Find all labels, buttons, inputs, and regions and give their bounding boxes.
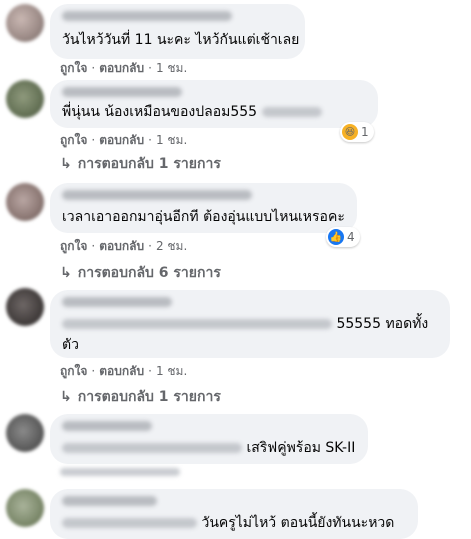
comment-bubble: เวลาเอาออกมาอุ่นอีกที ต้องอุ่นแบบไหนเหรอ… [50,183,357,233]
comment-actions: ถูกใจ · ตอบกลับ · 1 ชม. [60,61,188,75]
avatar[interactable] [6,288,44,326]
comment-time[interactable]: 1 ชม. [156,61,187,75]
haha-icon: 😆 [342,124,358,140]
reply-arrow-icon: ↳ [60,156,72,172]
commenter-name-blurred[interactable] [62,11,232,21]
comment-text: วันครูไม่ไหว้ ตอนนี้ยังทันนะหวด [62,514,394,533]
blurred-text [62,443,242,453]
like-link[interactable]: ถูกใจ [60,239,87,253]
like-link[interactable]: ถูกใจ [60,133,87,147]
like-icon: 👍 [328,229,344,245]
avatar[interactable] [6,183,44,221]
commenter-name-blurred[interactable] [62,496,157,506]
comment-bubble: 55555 ทอดทั้ง ตัว [50,290,450,358]
reaction-summary[interactable]: 😆 1 [340,122,374,142]
comment-text-visible: พี่นุ่นน น้องเหมือนของปลอม555 [62,104,258,120]
comment-bubble: พี่นุ่นน น้องเหมือนของปลอม555 [50,80,378,128]
comment-text-line1: 55555 ทอดทั้ง [336,316,429,332]
comment-text-line2: ตัว [62,337,79,353]
comment-text: 55555 ทอดทั้ง [62,315,428,334]
comment-text-visible: เสริฟคู่พร้อม SK-II [246,440,356,456]
blurred-text [62,518,197,528]
like-link[interactable]: ถูกใจ [60,61,87,75]
reaction-count: 4 [347,230,355,244]
replies-label: การตอบกลับ 6 รายการ [77,265,221,281]
reaction-summary[interactable]: 👍 4 [326,227,360,247]
avatar[interactable] [6,414,44,452]
replies-label: การตอบกลับ 1 รายการ [77,389,221,405]
avatar[interactable] [6,80,44,118]
comment-actions: ถูกใจ · ตอบกลับ · 1 ชม. [60,133,188,147]
comment-text: เวลาเอาออกมาอุ่นอีกที ต้องอุ่นแบบไหนเหรอ… [62,209,345,225]
comment-text: วันไหว้วันที่ 11 นะคะ ไหว้กันแต่เช้าเลย [62,32,300,48]
blurred-text [261,107,322,117]
replies-label: การตอบกลับ 1 รายการ [77,156,221,172]
reply-link[interactable]: ตอบกลับ [99,61,144,75]
comment-time[interactable]: 2 ชม. [156,239,187,253]
view-replies-link[interactable]: ↳ การตอบกลับ 1 รายการ [60,386,221,408]
commenter-name-blurred[interactable] [62,297,172,307]
reply-link[interactable]: ตอบกลับ [99,239,144,253]
commenter-name-blurred[interactable] [62,421,152,431]
comment-bubble: วันครูไม่ไหว้ ตอนนี้ยังทันนะหวด [50,489,418,539]
comment-time[interactable]: 1 ชม. [156,364,187,378]
avatar[interactable] [6,489,44,527]
like-link[interactable]: ถูกใจ [60,364,87,378]
reply-link[interactable]: ตอบกลับ [99,133,144,147]
comment-text-visible: วันครูไม่ไหว้ ตอนนี้ยังทันนะหวด [201,515,395,531]
comment-actions: ถูกใจ · ตอบกลับ · 2 ชม. [60,239,188,253]
comment-time[interactable]: 1 ชม. [156,133,187,147]
reaction-count: 1 [361,125,369,139]
view-replies-link[interactable]: ↳ การตอบกลับ 1 รายการ [60,153,221,175]
avatar[interactable] [6,4,44,42]
comment-bubble: เสริฟคู่พร้อม SK-II [50,414,368,464]
comment-text: เสริฟคู่พร้อม SK-II [62,439,355,458]
comment-text: พี่นุ่นน น้องเหมือนของปลอม555 [62,103,322,122]
blurred-text [62,319,332,329]
comment-actions: ถูกใจ · ตอบกลับ · 1 ชม. [60,364,188,378]
reply-arrow-icon: ↳ [60,389,72,405]
comment-bubble: วันไหว้วันที่ 11 นะคะ ไหว้กันแต่เช้าเลย [50,4,305,59]
comment-actions-blurred [60,468,180,476]
commenter-name-blurred[interactable] [62,190,252,200]
commenter-name-blurred[interactable] [62,87,182,97]
reply-arrow-icon: ↳ [60,265,72,281]
reply-link[interactable]: ตอบกลับ [99,364,144,378]
view-replies-link[interactable]: ↳ การตอบกลับ 6 รายการ [60,262,221,284]
